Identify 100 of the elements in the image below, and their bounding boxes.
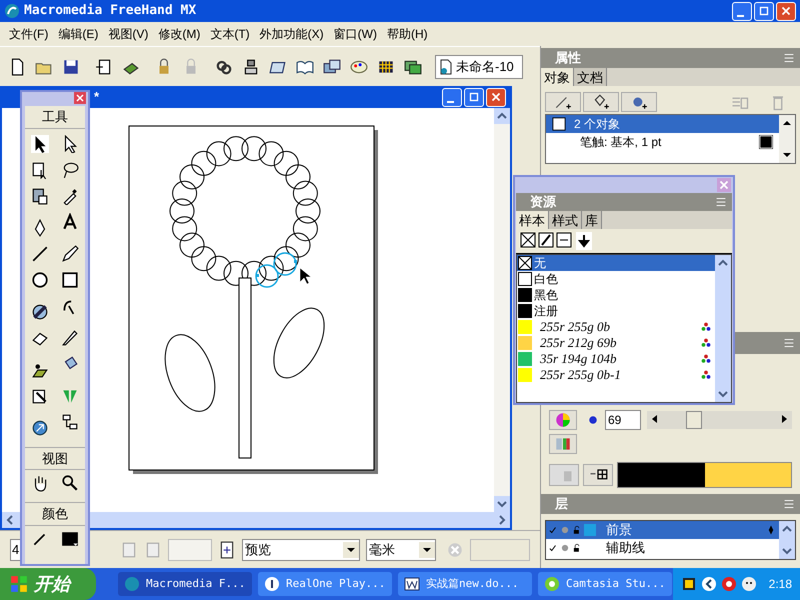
- align-icon[interactable]: [242, 58, 260, 76]
- dropdown-caret-icon[interactable]: [343, 542, 359, 558]
- menu-item[interactable]: 窗口(W): [328, 25, 382, 43]
- pencil-icon[interactable]: [61, 244, 79, 262]
- fill-swatch-icon[interactable]: [556, 232, 572, 248]
- menu-item[interactable]: 文本(T): [205, 25, 255, 43]
- text-tool-icon[interactable]: [61, 212, 79, 230]
- trace-icon[interactable]: [31, 186, 49, 204]
- panel-menu-icon[interactable]: [782, 336, 796, 350]
- panel-tab[interactable]: 样本: [516, 211, 549, 229]
- swatch-row[interactable]: 白色: [517, 271, 715, 287]
- menu-item[interactable]: 外加功能(X): [254, 25, 329, 43]
- taskbar-button[interactable]: RealOne Play...: [258, 572, 392, 596]
- menu-item[interactable]: 视图(V): [103, 25, 154, 43]
- media-icon[interactable]: [720, 576, 737, 592]
- pointer-cursor-icon: [300, 268, 312, 284]
- taskbar-button[interactable]: 实战篇new.do...: [398, 572, 532, 596]
- swatch-row[interactable]: 无: [517, 255, 715, 271]
- taskbar-button[interactable]: Camtasia Stu...: [538, 572, 672, 596]
- fill-add-icon[interactable]: [583, 92, 619, 112]
- menu-item[interactable]: 修改(M): [153, 25, 206, 43]
- swatch-row[interactable]: 255r 255g 0b: [517, 319, 715, 335]
- section-title: 工具: [25, 106, 85, 128]
- swatch-row[interactable]: 255r 255g 0b-1: [517, 367, 715, 383]
- visibility-dot-icon[interactable]: [560, 543, 570, 553]
- down-arrow-icon[interactable]: [576, 232, 592, 250]
- view-mode-dropdown[interactable]: 预览: [242, 538, 360, 560]
- swatch-row[interactable]: 黑色: [517, 287, 715, 303]
- app-icon: [404, 576, 420, 592]
- vertical-scrollbar[interactable]: [779, 115, 795, 163]
- menu-item[interactable]: 文件(F): [4, 25, 54, 43]
- document-title: *: [94, 88, 100, 106]
- page-tool-icon[interactable]: [31, 160, 49, 178]
- rectangle-tool-icon[interactable]: [61, 270, 79, 288]
- panel-title: 属性: [555, 49, 581, 68]
- stroke-add-icon[interactable]: [545, 92, 581, 112]
- page-frame-icon[interactable]: [95, 58, 113, 76]
- property-row[interactable]: 2 个对象: [546, 115, 779, 133]
- close-button[interactable]: [486, 88, 506, 106]
- eyedropper-icon[interactable]: [61, 186, 79, 204]
- layer-row[interactable]: 辅助线: [546, 539, 779, 557]
- lasso-icon[interactable]: [61, 160, 79, 178]
- minimize-button[interactable]: [442, 88, 462, 106]
- chart-tool-icon[interactable]: [31, 418, 49, 436]
- selected-circles[interactable]: [255, 252, 297, 288]
- connector-icon[interactable]: [61, 412, 79, 430]
- zoom-icon[interactable]: [61, 474, 79, 492]
- panel-tab[interactable]: 样式: [549, 211, 582, 229]
- folders-icon[interactable]: [323, 58, 341, 76]
- close-button[interactable]: [776, 2, 796, 20]
- panel-menu-icon[interactable]: [782, 497, 796, 511]
- none-swatch-icon[interactable]: [520, 232, 536, 248]
- layer-row[interactable]: 前景: [546, 521, 779, 539]
- slider-thumb[interactable]: [686, 411, 702, 429]
- panel-menu-icon[interactable]: [714, 195, 728, 209]
- minimize-button[interactable]: [732, 2, 752, 20]
- panel-tab[interactable]: 文档: [574, 68, 607, 86]
- mascot-icon[interactable]: [740, 576, 757, 592]
- maximize-button[interactable]: [754, 2, 774, 20]
- fill-color-icon[interactable]: [61, 530, 79, 548]
- knife-icon[interactable]: [61, 328, 79, 346]
- tray-app-icon[interactable]: [680, 576, 697, 592]
- taskbar-button[interactable]: Macromedia F...: [118, 572, 252, 596]
- stroke-swatch-icon[interactable]: [538, 232, 554, 248]
- color-table-icon[interactable]: [549, 434, 577, 454]
- panel-tab[interactable]: 对象: [541, 68, 574, 86]
- add-page-icon[interactable]: [218, 540, 236, 558]
- layer-color-swatch[interactable]: [584, 524, 596, 536]
- visibility-dot-icon[interactable]: [560, 525, 570, 535]
- color-wheel-icon[interactable]: [549, 410, 577, 430]
- section-title: 视图: [25, 446, 85, 470]
- app-logo-icon: [4, 3, 20, 19]
- panel-menu-icon[interactable]: [782, 51, 796, 65]
- lock-icon[interactable]: [572, 542, 582, 554]
- ellipse-tool-icon[interactable]: [31, 270, 49, 288]
- minimize-icon: [737, 14, 744, 16]
- pointer-icon[interactable]: [31, 134, 49, 152]
- close-icon[interactable]: [74, 92, 86, 104]
- maximize-button[interactable]: [464, 88, 484, 106]
- start-button[interactable]: 开始: [0, 568, 96, 600]
- stroke-color-icon: [759, 135, 773, 149]
- document-name-field[interactable]: 未命名-10: [435, 54, 523, 78]
- units-dropdown[interactable]: 毫米: [366, 538, 436, 560]
- menu-item[interactable]: 帮助(H): [382, 25, 433, 43]
- property-row[interactable]: 笔触: 基本, 1 pt: [546, 133, 779, 151]
- add-to-grid-icon[interactable]: [583, 464, 613, 486]
- app-icon: [264, 576, 280, 592]
- process-color-icon: [701, 354, 711, 364]
- value-field[interactable]: 69: [605, 410, 641, 430]
- document-icon: [438, 58, 454, 74]
- dropdown-caret-icon[interactable]: [419, 542, 435, 558]
- swatch-row[interactable]: 35r 194g 104b: [517, 351, 715, 367]
- line-tool-icon[interactable]: [31, 244, 49, 262]
- effect-add-icon[interactable]: [621, 92, 657, 112]
- swatch-row[interactable]: 注册: [517, 303, 715, 319]
- channel-slider[interactable]: [647, 411, 792, 429]
- swatch-row[interactable]: 255r 212g 69b: [517, 335, 715, 351]
- menu-item[interactable]: 编辑(E): [53, 25, 104, 43]
- panel-tab[interactable]: 库: [582, 211, 602, 229]
- zoom-field[interactable]: 4: [10, 538, 20, 560]
